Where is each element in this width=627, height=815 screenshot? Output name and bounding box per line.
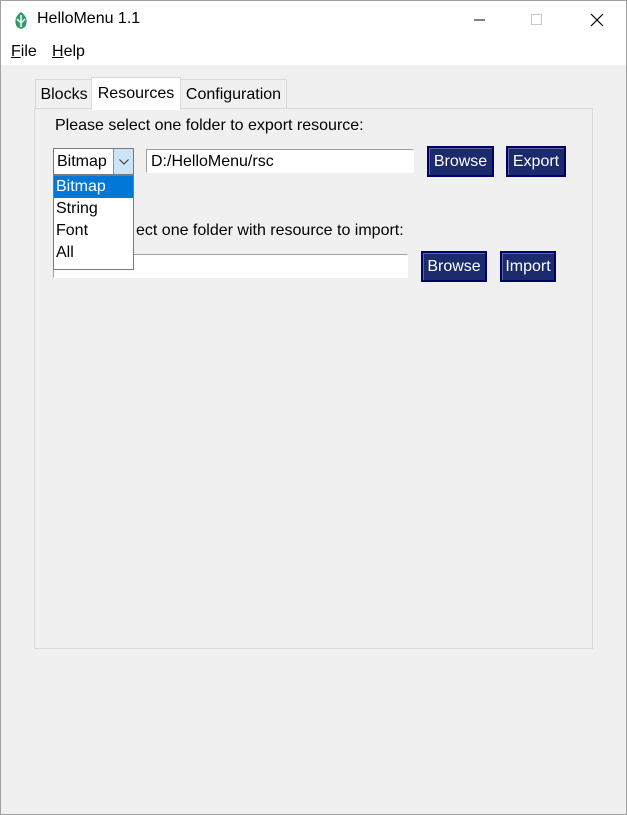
tab-configuration[interactable]: Configuration [180, 79, 287, 109]
combobox-dropdown-button[interactable] [113, 149, 133, 174]
export-prompt: Please select one folder to export resou… [55, 117, 364, 134]
dropdown-option-all[interactable]: All [54, 242, 133, 264]
close-icon [590, 13, 604, 27]
maximize-icon [531, 14, 542, 25]
maximize-button[interactable] [514, 1, 560, 39]
window-title: HelloMenu 1.1 [37, 10, 141, 27]
title-bar[interactable]: HelloMenu 1.1 [1, 1, 626, 39]
import-browse-label: Browse [427, 257, 481, 275]
app-leaf-icon [11, 10, 31, 30]
export-button-label: Export [512, 152, 560, 170]
dropdown-option-string[interactable]: String [54, 198, 133, 220]
tab-resources-label: Resources [97, 85, 175, 102]
minimize-button[interactable] [457, 1, 503, 39]
menu-help-rest: elp [63, 43, 85, 60]
tab-resources[interactable]: Resources [91, 77, 181, 110]
resource-type-value: Bitmap [57, 153, 107, 170]
resource-type-dropdown-list: Bitmap String Font All [53, 175, 134, 270]
menu-file-accel: F [11, 43, 21, 60]
export-path-value: D:/HelloMenu/rsc [151, 153, 274, 170]
import-button[interactable]: Import [500, 251, 556, 282]
close-button[interactable] [574, 1, 620, 39]
tab-blocks-label: Blocks [40, 85, 88, 103]
import-button-label: Import [505, 257, 551, 275]
resource-type-combobox[interactable]: Bitmap [53, 148, 134, 175]
import-prompt: ect one folder with resource to import: [136, 222, 404, 239]
menu-bar: File Help [1, 39, 626, 65]
dropdown-option-font[interactable]: Font [54, 220, 133, 242]
export-button[interactable]: Export [506, 146, 566, 177]
minimize-icon [474, 19, 485, 21]
menu-help[interactable]: Help [52, 43, 85, 61]
import-browse-button[interactable]: Browse [421, 251, 487, 282]
export-path-field[interactable]: D:/HelloMenu/rsc [146, 149, 414, 173]
export-browse-button[interactable]: Browse [427, 146, 494, 177]
tab-configuration-label: Configuration [185, 85, 282, 103]
menu-help-accel: H [52, 43, 64, 60]
menu-file-rest: ile [20, 43, 37, 60]
dropdown-option-bitmap[interactable]: Bitmap [54, 176, 133, 198]
export-browse-label: Browse [433, 152, 488, 170]
menu-file[interactable]: File [11, 43, 37, 61]
tab-blocks[interactable]: Blocks [35, 79, 93, 109]
chevron-down-icon [118, 158, 129, 165]
